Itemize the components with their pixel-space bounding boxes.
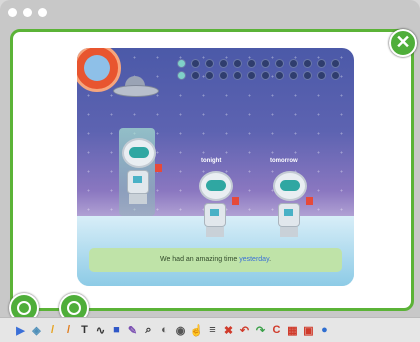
progress-dot [205,71,214,80]
eraser-tool-icon[interactable]: ◈ [30,323,43,337]
hand-tool-icon[interactable]: ☝ [190,323,204,337]
progress-dot [219,59,228,68]
sentence-end: . [269,256,272,263]
ufo-icon [113,76,159,98]
progress-dot [233,71,242,80]
progress-dot [191,71,200,80]
progress-dot [331,71,340,80]
bottom-toolbar: ▶ ◈ / / T ∿ ■ ✎ ⌕ ◐ ◉ ☝ ≡ ✖ ↶ ↷ C ▦ ▣ ● [0,317,420,342]
progress-dot [317,59,326,68]
redo-tool-icon[interactable]: ↷ [254,323,267,337]
pen-tool-icon[interactable]: / [46,323,59,337]
progress-dot [303,59,312,68]
progress-dot [317,71,326,80]
progress-dot [219,71,228,80]
progress-dot [205,59,214,68]
undo-tool-icon[interactable]: ↶ [238,323,251,337]
window-controls [8,8,47,17]
progress-dot [289,71,298,80]
highlighter-tool-icon[interactable]: / [62,323,75,337]
progress-dot [275,59,284,68]
help-tool-icon[interactable]: ● [318,323,331,337]
robot-tonight-icon[interactable] [199,171,239,237]
window-dot-icon[interactable] [8,8,17,17]
progress-dot [177,59,186,68]
window-dot-icon[interactable] [23,8,32,17]
progress-dot [303,71,312,80]
progress-dot [289,59,298,68]
sentence-highlight[interactable]: yesterday [239,256,269,263]
progress-dot [177,71,186,80]
back-icon [17,301,31,315]
app-window: ✕ tonight tomorrow We had an amazing tim… [0,0,420,342]
robot-tomorrow-icon[interactable] [273,171,313,237]
gallery-tool-icon[interactable]: ▦ [286,323,299,337]
progress-dot [261,71,270,80]
arrow-tool-icon[interactable]: ▶ [14,323,27,337]
label-tonight: tonight [201,158,222,164]
progress-dot [191,59,200,68]
mascot-icon [67,301,81,315]
game-screen: tonight tomorrow We had an amazing time … [77,48,354,286]
camera-tool-icon[interactable]: ◉ [174,323,187,337]
progress-dot [247,59,256,68]
curve-tool-icon[interactable]: ∿ [94,323,107,337]
progress-dot [247,71,256,80]
stamp-tool-icon[interactable]: ✎ [126,323,139,337]
spotlight-tool-icon[interactable]: ◐ [158,323,171,337]
zoom-tool-icon[interactable]: ⌕ [142,323,155,337]
progress-dot [261,59,270,68]
robot-in-beam-icon[interactable] [122,138,162,204]
label-tomorrow: tomorrow [270,158,298,164]
capture-tool-icon[interactable]: C [270,323,283,337]
sentence-bar: We had an amazing time yesterday. [89,248,342,272]
shape-tool-icon[interactable]: ■ [110,323,123,337]
window-dot-icon[interactable] [38,8,47,17]
progress-dots [177,59,341,80]
sentence-text: We had an amazing time [159,256,240,263]
progress-dot [233,59,242,68]
progress-dot [275,71,284,80]
progress-dot [331,59,340,68]
delete-tool-icon[interactable]: ✖ [222,323,235,337]
close-button[interactable]: ✕ [389,29,417,57]
text-tool-icon[interactable]: T [78,323,91,337]
menu-tool-icon[interactable]: ≡ [206,323,219,337]
save-tool-icon[interactable]: ▣ [302,323,315,337]
